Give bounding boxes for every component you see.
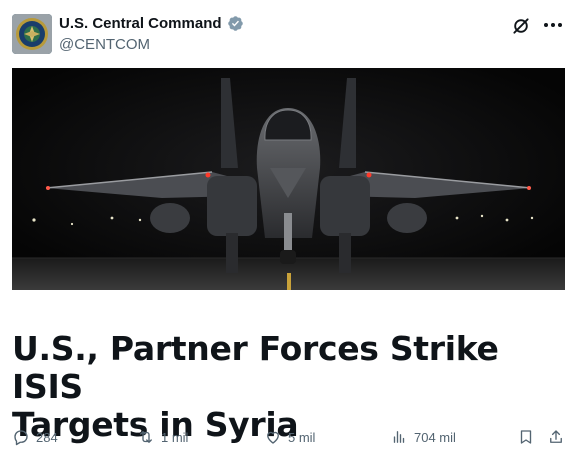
centcom-seal-icon <box>12 14 52 54</box>
bookmark-icon <box>520 430 532 444</box>
repost-count: 1 mil <box>161 429 189 445</box>
reply-button[interactable]: 284 <box>12 428 58 446</box>
views-button[interactable]: 704 mil <box>390 428 456 446</box>
views-chart-icon <box>393 431 405 443</box>
verified-badge-icon <box>227 16 243 31</box>
share-icon <box>550 430 562 443</box>
heart-icon <box>267 431 279 444</box>
post-action-bar: 284 1 mil 5 mil 704 mil <box>12 428 569 452</box>
share-button[interactable] <box>547 428 565 446</box>
grok-icon[interactable] <box>511 16 531 36</box>
post-media-image[interactable] <box>12 68 565 290</box>
post-headline: U.S., Partner Forces Strike ISIS Targets… <box>12 330 569 444</box>
author-handle[interactable]: @CENTCOM <box>59 36 150 53</box>
repost-button[interactable]: 1 mil <box>137 428 188 446</box>
bookmark-button[interactable] <box>517 428 535 446</box>
repost-icon <box>140 431 152 443</box>
f15-fighter-jet-photo-icon <box>12 68 565 290</box>
avatar[interactable] <box>12 14 52 54</box>
views-count: 704 mil <box>414 429 456 445</box>
author-display-name[interactable]: U.S. Central Command <box>59 15 222 32</box>
like-count: 5 mil <box>288 429 316 445</box>
headline-line-1: U.S., Partner Forces Strike ISIS <box>12 329 499 406</box>
like-button[interactable]: 5 mil <box>264 428 315 446</box>
post-header: U.S. Central Command @CENTCOM <box>12 14 569 56</box>
author-name-row: U.S. Central Command <box>59 15 244 32</box>
reply-count: 284 <box>36 429 58 445</box>
more-options-icon[interactable] <box>542 18 564 32</box>
reply-icon <box>14 430 28 446</box>
